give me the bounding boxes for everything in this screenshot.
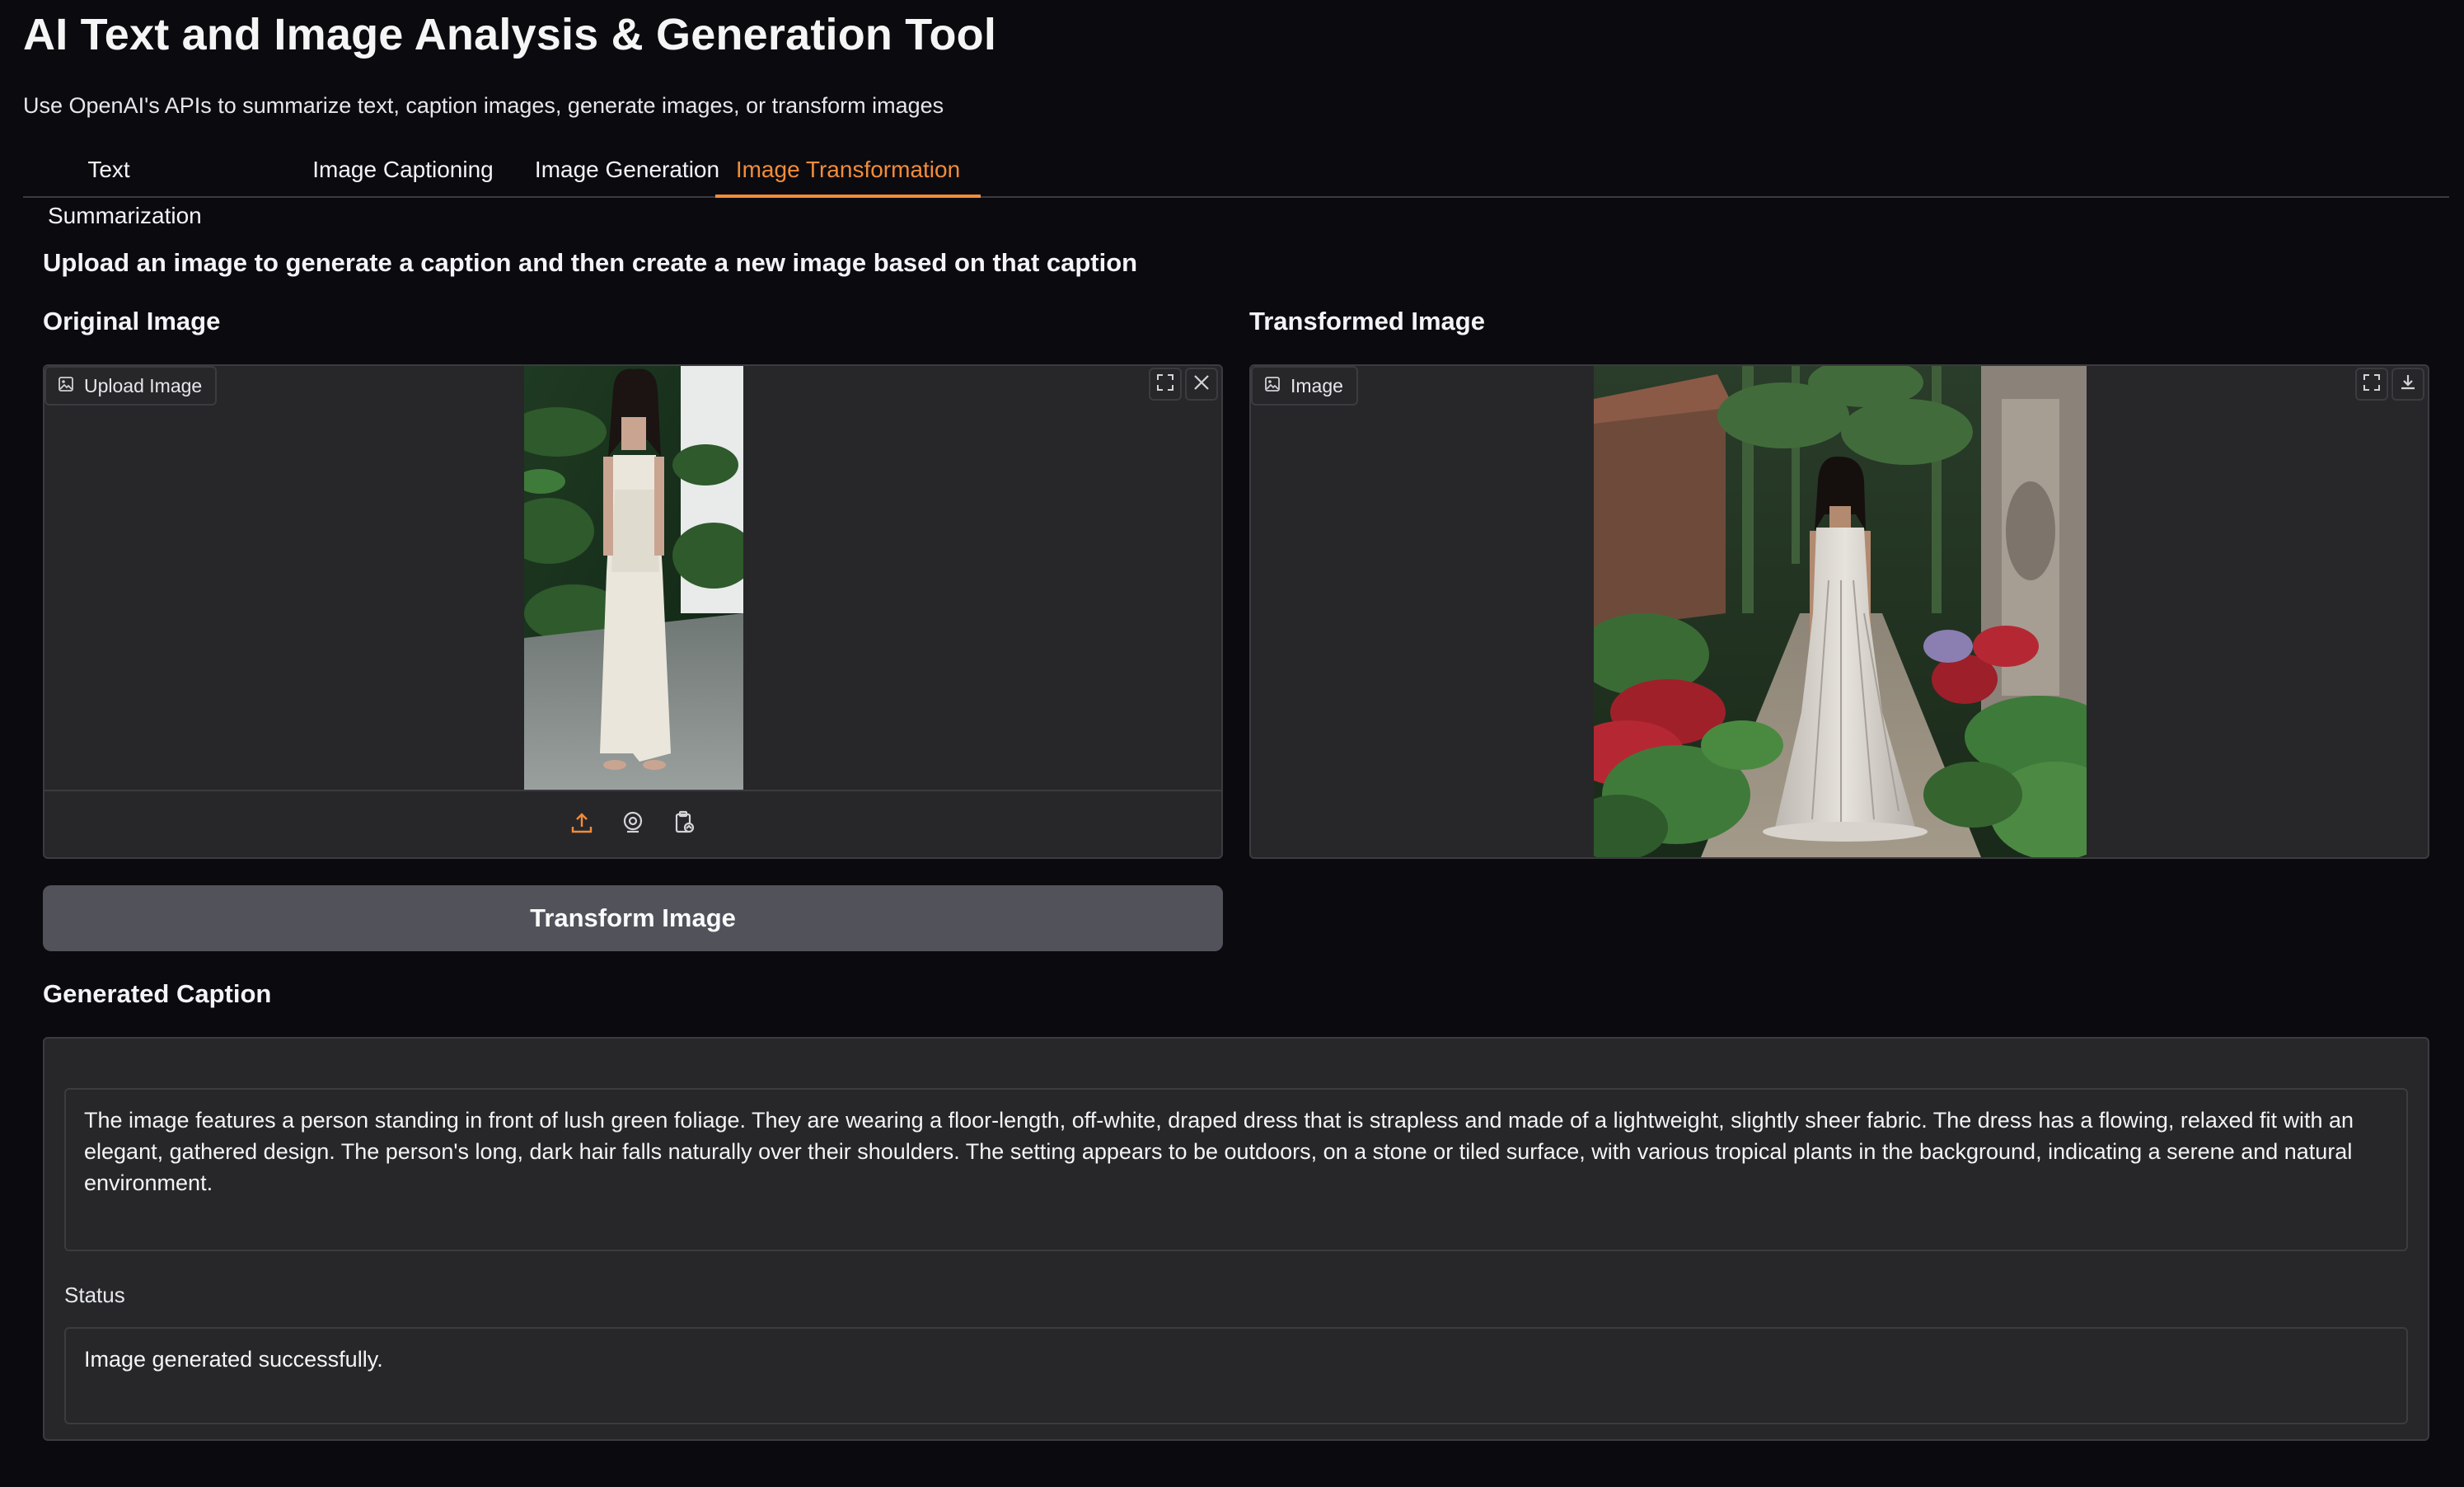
clear-image-button[interactable] xyxy=(1185,368,1218,401)
generated-caption-textarea[interactable]: The image features a person standing in … xyxy=(64,1088,2408,1251)
instruction-text: Upload an image to generate a caption an… xyxy=(43,248,1138,277)
tab-bar: Text Summarization Image Captioning Imag… xyxy=(23,147,2449,228)
page-description: Use OpenAI's APIs to summarize text, cap… xyxy=(23,93,944,118)
transformed-image-label: Transformed Image xyxy=(1249,307,1485,335)
tab-image-transformation[interactable]: Image Transformation xyxy=(715,147,981,198)
clipboard-button[interactable] xyxy=(669,809,699,839)
image-icon xyxy=(1264,375,1281,397)
image-badge-label: Image xyxy=(1291,374,1343,396)
image-source-toolbar xyxy=(45,790,1221,857)
status-textarea[interactable]: Image generated successfully. xyxy=(64,1327,2408,1424)
status-label: Status xyxy=(64,1283,125,1307)
download-button[interactable] xyxy=(2391,368,2424,401)
original-image-label: Original Image xyxy=(43,307,221,335)
transformed-image-preview xyxy=(1594,366,2087,857)
fullscreen-button[interactable] xyxy=(2355,368,2388,401)
original-image-preview xyxy=(524,366,743,791)
close-icon xyxy=(1192,373,1211,396)
transformed-image-panel: Image xyxy=(1249,364,2429,859)
webcam-button[interactable] xyxy=(618,809,648,839)
tab-image-generation[interactable]: Image Generation xyxy=(514,147,740,196)
upload-image-badge-label: Upload Image xyxy=(84,374,203,396)
clipboard-icon xyxy=(672,810,696,839)
caption-panel: The image features a person standing in … xyxy=(43,1037,2429,1441)
webcam-icon xyxy=(621,810,645,839)
image-badge: Image xyxy=(1251,366,1358,406)
upload-image-badge: Upload Image xyxy=(45,366,218,406)
download-icon xyxy=(2398,373,2418,396)
fullscreen-icon xyxy=(1155,373,1175,396)
tab-image-captioning[interactable]: Image Captioning xyxy=(293,147,513,196)
original-image-panel[interactable]: Upload Image xyxy=(43,364,1223,859)
page-title: AI Text and Image Analysis & Generation … xyxy=(23,10,997,59)
fullscreen-button[interactable] xyxy=(1149,368,1182,401)
image-icon xyxy=(58,375,74,397)
transform-image-button[interactable]: Transform Image xyxy=(43,885,1223,951)
upload-button[interactable] xyxy=(567,809,597,839)
fullscreen-icon xyxy=(2362,373,2382,396)
upload-icon xyxy=(569,810,594,839)
generated-caption-label: Generated Caption xyxy=(43,979,272,1008)
tab-text-summarization[interactable]: Text Summarization xyxy=(48,147,202,228)
